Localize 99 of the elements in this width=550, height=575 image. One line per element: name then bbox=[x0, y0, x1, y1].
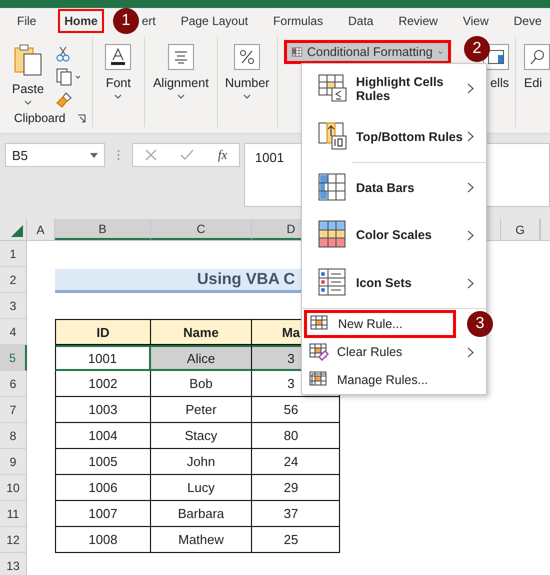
name-box[interactable]: B5 bbox=[5, 143, 105, 167]
table-cell: 1002 bbox=[55, 371, 151, 397]
row-header[interactable]: 12 bbox=[0, 527, 27, 553]
table-cell: 24 bbox=[252, 449, 340, 475]
paste-label[interactable]: Paste bbox=[12, 82, 44, 96]
caret-icon bbox=[438, 50, 443, 54]
table-cell: Lucy bbox=[151, 475, 252, 501]
table-cell: 25 bbox=[252, 527, 340, 553]
select-all-icon[interactable] bbox=[11, 225, 23, 237]
chevron-right-icon bbox=[467, 83, 474, 94]
ribbon-tab[interactable]: ert bbox=[138, 8, 159, 32]
insert-function-button[interactable]: fx bbox=[218, 147, 228, 163]
sheet-title: Using VBA C bbox=[197, 270, 296, 288]
ribbon-tab[interactable]: Home bbox=[58, 8, 104, 32]
table-cell: Peter bbox=[151, 397, 252, 423]
clear-rules-icon bbox=[309, 343, 329, 362]
align-center-icon bbox=[172, 50, 189, 64]
ribbon-tab[interactable]: Page Layout bbox=[178, 8, 252, 32]
menu-item[interactable]: Icon Sets bbox=[304, 259, 484, 308]
table-cell: 1005 bbox=[55, 449, 151, 475]
table-cell: 37 bbox=[252, 501, 340, 527]
menu-item[interactable]: Top/Bottom Rules bbox=[304, 112, 484, 161]
table-cell: John bbox=[151, 449, 252, 475]
group-label[interactable]: ells bbox=[490, 76, 509, 90]
row-header[interactable]: 1 bbox=[0, 241, 27, 267]
row-header[interactable]: 7 bbox=[0, 397, 27, 423]
row-header[interactable]: 6 bbox=[0, 371, 27, 397]
menu-item[interactable]: Highlight Cells Rules bbox=[304, 65, 484, 113]
chevron-right-icon bbox=[467, 230, 474, 241]
menu-item[interactable]: Data Bars bbox=[304, 164, 484, 212]
chevron-right-icon bbox=[467, 131, 474, 142]
chevron-right-icon bbox=[467, 182, 474, 194]
caret-icon bbox=[176, 94, 185, 99]
row-header[interactable]: 2 bbox=[0, 267, 27, 293]
row-header[interactable]: 11 bbox=[0, 501, 27, 527]
row-header[interactable]: 3 bbox=[0, 293, 27, 319]
highlight-cells-icon bbox=[318, 74, 348, 104]
ribbon-tab[interactable]: Deve bbox=[510, 8, 545, 32]
row-header[interactable]: 10 bbox=[0, 475, 27, 501]
format-painter-icon[interactable] bbox=[56, 92, 72, 108]
row-header[interactable]: 4 bbox=[0, 319, 27, 345]
table-cell: Mathew bbox=[151, 527, 252, 553]
row-header[interactable]: 8 bbox=[0, 423, 27, 449]
table-cell: Alice bbox=[151, 345, 252, 371]
table-cell: 1008 bbox=[55, 527, 151, 553]
ribbon-button[interactable] bbox=[524, 44, 550, 70]
conditional-formatting-icon bbox=[292, 45, 302, 59]
conditional-formatting-button[interactable]: Conditional Formatting bbox=[284, 40, 451, 64]
caret-icon bbox=[243, 94, 252, 99]
ribbon-tab[interactable]: Review bbox=[395, 8, 441, 32]
ribbon-button[interactable] bbox=[105, 44, 132, 70]
group-label[interactable]: Font bbox=[106, 76, 131, 90]
table-cell: Barbara bbox=[151, 501, 252, 527]
group-label: Clipboard bbox=[14, 111, 66, 125]
data-bars-icon bbox=[318, 172, 348, 203]
table-cell: 1007 bbox=[55, 501, 151, 527]
dialog-launcher-icon[interactable] bbox=[76, 114, 86, 123]
column-header[interactable]: B bbox=[55, 219, 151, 240]
ribbon-tab[interactable]: View bbox=[460, 8, 492, 32]
ribbon-tab[interactable]: Data bbox=[345, 8, 376, 32]
column-heading: Name bbox=[151, 319, 252, 345]
group-label[interactable]: Alignment bbox=[153, 76, 209, 90]
scissors-icon[interactable] bbox=[56, 46, 70, 62]
row-header[interactable]: 13 bbox=[0, 553, 27, 575]
ribbon-button[interactable] bbox=[168, 44, 194, 70]
column-heading: ID bbox=[55, 319, 151, 345]
column-header[interactable]: G bbox=[500, 219, 540, 240]
column-header[interactable]: C bbox=[151, 219, 252, 240]
table-cell: 56 bbox=[252, 397, 340, 423]
row-header[interactable]: 5 bbox=[0, 345, 27, 371]
caret-icon bbox=[114, 94, 122, 99]
table-cell: 29 bbox=[252, 475, 340, 501]
table-cell: 1003 bbox=[55, 397, 151, 423]
ribbon-tab[interactable]: Formulas bbox=[270, 8, 326, 32]
copy-icon[interactable] bbox=[56, 68, 82, 86]
group-label[interactable]: Number bbox=[225, 76, 270, 90]
row-header[interactable]: 9 bbox=[0, 449, 27, 475]
table-cell: 1001 bbox=[55, 345, 151, 371]
table-cell: 1006 bbox=[55, 475, 151, 501]
chevron-right-icon bbox=[467, 278, 474, 289]
chevron-right-icon bbox=[467, 346, 474, 358]
dropdown-icon bbox=[90, 152, 98, 158]
grip-icon bbox=[117, 149, 120, 161]
table-cell: Stacy bbox=[151, 423, 252, 449]
cell-reference: B5 bbox=[12, 148, 28, 162]
group-label[interactable]: Edi bbox=[524, 76, 542, 90]
ribbon-button[interactable] bbox=[234, 44, 260, 70]
search-icon bbox=[529, 49, 545, 65]
percent-icon bbox=[239, 49, 256, 65]
callout-badge: 3 bbox=[467, 311, 493, 338]
icon-sets-icon bbox=[318, 268, 348, 298]
table-cell: 1004 bbox=[55, 423, 151, 449]
font-color-icon bbox=[110, 48, 126, 66]
ribbon-tab[interactable]: File bbox=[14, 8, 40, 32]
table-cell: Bob bbox=[151, 371, 252, 397]
top-bottom-icon bbox=[318, 122, 348, 152]
table-cell: 80 bbox=[252, 423, 340, 449]
caret-icon bbox=[24, 100, 32, 105]
paste-icon[interactable] bbox=[13, 44, 43, 76]
